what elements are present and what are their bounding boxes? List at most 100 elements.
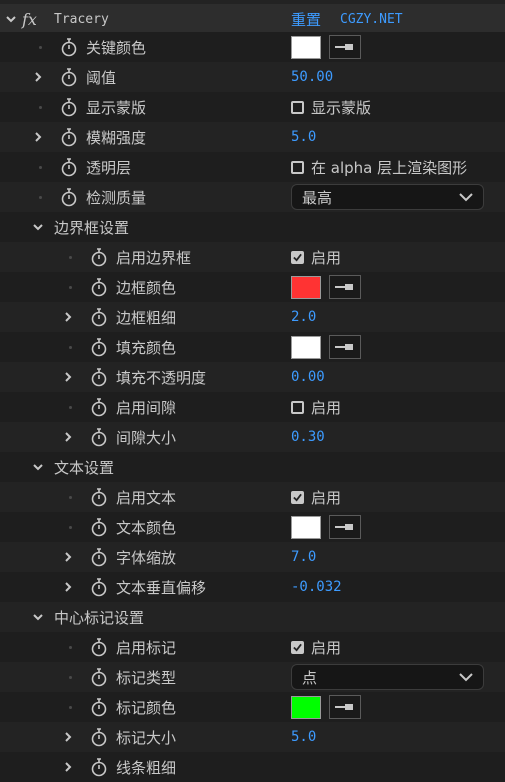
checkbox-box[interactable]: [291, 400, 304, 414]
effect-name: Tracery: [54, 11, 109, 27]
prop-label: 标记大小: [116, 728, 177, 747]
stopwatch-icon[interactable]: [90, 547, 108, 567]
fill-opacity-value[interactable]: 0.00: [291, 369, 325, 385]
prop-blur: 模糊强度 5.0: [0, 122, 505, 152]
stopwatch-icon[interactable]: [90, 367, 108, 387]
marker-type-dropdown[interactable]: 点: [291, 664, 484, 690]
enable-text-checkbox[interactable]: 启用: [291, 487, 341, 508]
stopwatch-icon[interactable]: [60, 127, 78, 147]
dot-marker: [39, 165, 42, 169]
fx-toggle[interactable]: fx: [22, 10, 37, 29]
reset-link[interactable]: 重置: [291, 9, 321, 30]
stopwatch-icon[interactable]: [90, 577, 108, 597]
chevron-right-icon[interactable]: [61, 430, 75, 444]
eyedropper-icon[interactable]: [329, 335, 361, 359]
checkbox-checked-icon[interactable]: [291, 490, 304, 504]
dot-marker: [69, 495, 72, 499]
color-swatch[interactable]: [291, 515, 321, 539]
stopwatch-icon[interactable]: [90, 427, 108, 447]
dot-marker: [39, 45, 42, 49]
eyedropper-icon[interactable]: [329, 515, 361, 539]
dot-marker: [69, 705, 72, 709]
stopwatch-icon[interactable]: [90, 697, 108, 717]
stopwatch-icon[interactable]: [60, 157, 78, 177]
border-width-value[interactable]: 2.0: [291, 309, 316, 325]
checkbox-checked-icon[interactable]: [291, 250, 304, 264]
checkbox-box[interactable]: [291, 160, 304, 174]
stopwatch-icon[interactable]: [60, 37, 78, 57]
checkbox-label: 启用: [311, 398, 342, 417]
prop-label: 透明层: [86, 158, 132, 177]
show-mask-checkbox[interactable]: 显示蒙版: [291, 97, 371, 118]
quality-dropdown[interactable]: 最高: [291, 184, 484, 210]
chevron-right-icon[interactable]: [61, 550, 75, 564]
stopwatch-icon[interactable]: [90, 667, 108, 687]
transparent-layer-checkbox[interactable]: 在 alpha 层上渲染图形: [291, 157, 467, 178]
stopwatch-icon[interactable]: [90, 247, 108, 267]
color-swatch[interactable]: [291, 335, 321, 359]
prop-label: 文本颜色: [116, 518, 177, 537]
stopwatch-icon[interactable]: [90, 277, 108, 297]
eyedropper-icon[interactable]: [329, 275, 361, 299]
stopwatch-icon[interactable]: [90, 637, 108, 657]
text-offset-value[interactable]: -0.032: [291, 579, 342, 595]
gap-size-value[interactable]: 0.30: [291, 429, 325, 445]
prop-label: 边框粗细: [116, 308, 177, 327]
prop-label: 填充不透明度: [116, 368, 207, 387]
group-text: 文本设置: [0, 452, 505, 482]
prop-text-offset: 文本垂直偏移 -0.032: [0, 572, 505, 602]
font-scale-value[interactable]: 7.0: [291, 549, 316, 565]
color-swatch[interactable]: [291, 695, 321, 719]
checkbox-label: 在 alpha 层上渲染图形: [311, 158, 468, 177]
chevron-right-icon[interactable]: [61, 370, 75, 384]
prop-label: 边框颜色: [116, 278, 177, 297]
chevron-down-icon[interactable]: [31, 220, 45, 234]
enable-gap-checkbox[interactable]: 启用: [291, 397, 341, 418]
stopwatch-icon[interactable]: [90, 757, 108, 777]
eyedropper-icon[interactable]: [329, 35, 361, 59]
chevron-down-icon[interactable]: [4, 12, 18, 26]
stopwatch-icon[interactable]: [60, 187, 78, 207]
eyedropper-icon[interactable]: [329, 695, 361, 719]
chevron-down-icon[interactable]: [31, 460, 45, 474]
stopwatch-icon[interactable]: [90, 727, 108, 747]
blur-value[interactable]: 5.0: [291, 129, 316, 145]
effect-header: fx Tracery 重置 CGZY.NET: [0, 4, 505, 34]
enable-border-checkbox[interactable]: 启用: [291, 247, 341, 268]
marker-size-value[interactable]: 5.0: [291, 729, 316, 745]
chevron-right-icon[interactable]: [31, 70, 45, 84]
prop-key-color: 关键颜色: [0, 32, 505, 62]
color-swatch[interactable]: [291, 35, 321, 59]
chevron-right-icon[interactable]: [61, 310, 75, 324]
chevron-right-icon[interactable]: [61, 580, 75, 594]
dot-marker: [69, 405, 72, 409]
checkbox-label: 启用: [311, 638, 342, 657]
stopwatch-icon[interactable]: [90, 517, 108, 537]
prop-label: 启用间隙: [116, 398, 177, 417]
stopwatch-icon[interactable]: [60, 97, 78, 117]
stopwatch-icon[interactable]: [60, 67, 78, 87]
prop-show-mask: 显示蒙版 显示蒙版: [0, 92, 505, 122]
prop-label: 文本垂直偏移: [116, 578, 207, 597]
stopwatch-icon[interactable]: [90, 337, 108, 357]
color-swatch[interactable]: [291, 275, 321, 299]
stopwatch-icon[interactable]: [90, 487, 108, 507]
chevron-down-icon[interactable]: [31, 610, 45, 624]
chevron-right-icon[interactable]: [31, 130, 45, 144]
checkbox-box[interactable]: [291, 100, 304, 114]
prop-font-scale: 字体缩放 7.0: [0, 542, 505, 572]
prop-label: 启用文本: [116, 488, 177, 507]
stopwatch-icon[interactable]: [90, 307, 108, 327]
about-link[interactable]: CGZY.NET: [340, 12, 403, 27]
dropdown-value: 最高: [302, 188, 333, 207]
prop-transparent-layer: 透明层 在 alpha 层上渲染图形: [0, 152, 505, 182]
chevron-right-icon[interactable]: [61, 730, 75, 744]
enable-marker-checkbox[interactable]: 启用: [291, 637, 341, 658]
prop-label: 启用标记: [116, 638, 177, 657]
checkbox-checked-icon[interactable]: [291, 640, 304, 654]
chevron-right-icon[interactable]: [61, 760, 75, 774]
prop-label: 模糊强度: [86, 128, 147, 147]
threshold-value[interactable]: 50.00: [291, 69, 333, 85]
stopwatch-icon[interactable]: [90, 397, 108, 417]
prop-label: 线条粗细: [116, 758, 177, 777]
